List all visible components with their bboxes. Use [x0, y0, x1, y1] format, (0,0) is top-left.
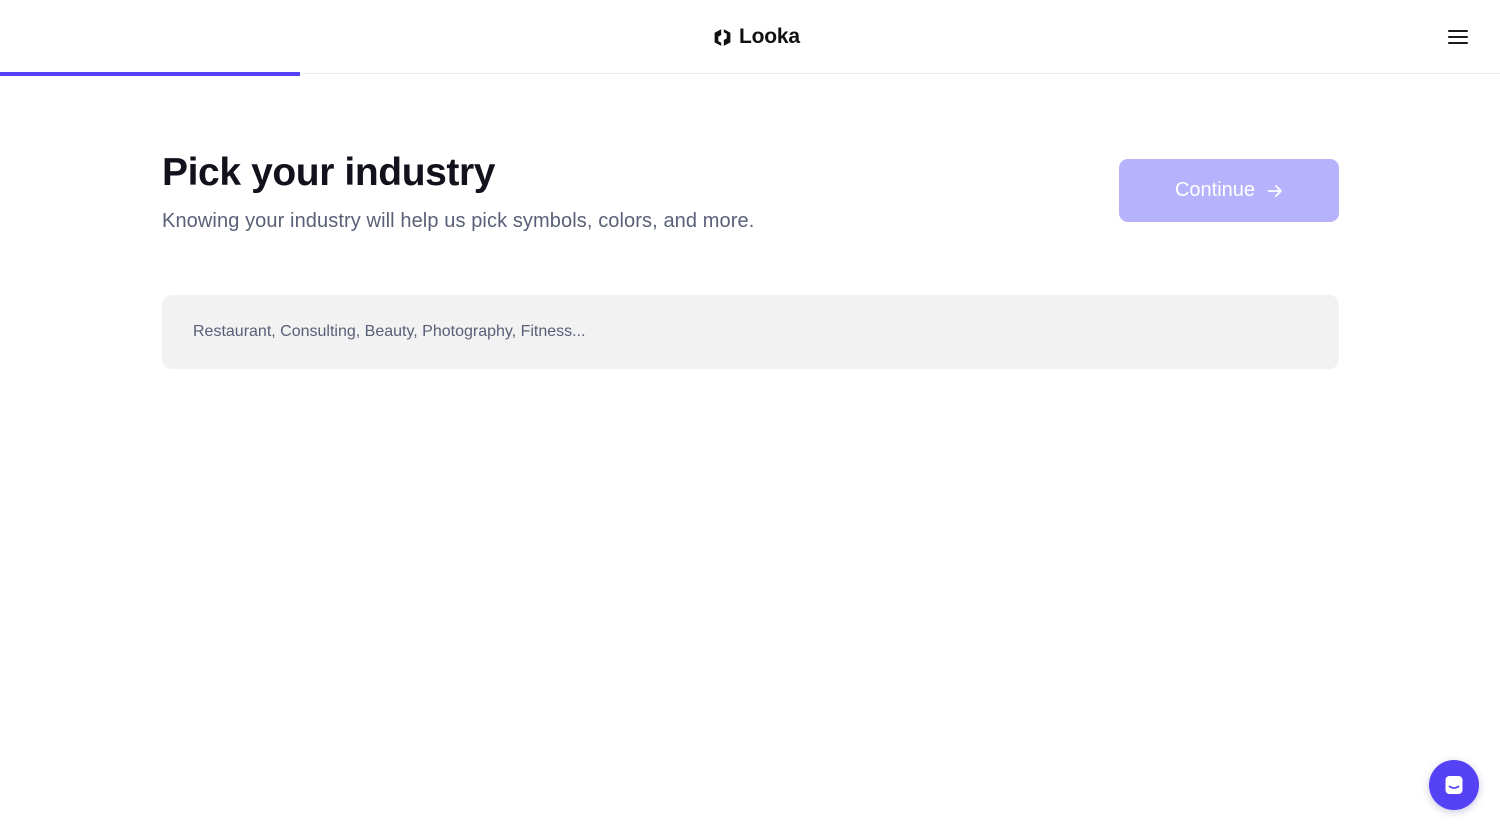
top-navigation-bar: Looka [0, 0, 1500, 74]
hamburger-menu-icon [1448, 30, 1468, 44]
progress-bar-fill [0, 72, 300, 76]
chat-launcher-button[interactable] [1429, 760, 1479, 810]
industry-search-input[interactable] [162, 295, 1339, 369]
chat-bubble-icon [1445, 776, 1463, 794]
page-title: Pick your industry [162, 151, 496, 194]
continue-button[interactable]: Continue [1119, 159, 1339, 222]
continue-button-label: Continue [1174, 179, 1256, 201]
arrow-right-icon [1267, 184, 1282, 197]
brand-name: Looka [739, 25, 800, 48]
industry-search-field [162, 295, 1339, 369]
brand[interactable]: Looka [712, 24, 800, 50]
page-subtitle: Knowing your industry will help us pick … [162, 210, 755, 232]
progress-bar [0, 72, 1500, 76]
menu-button[interactable] [1442, 22, 1474, 52]
looka-logo-icon [714, 28, 731, 46]
